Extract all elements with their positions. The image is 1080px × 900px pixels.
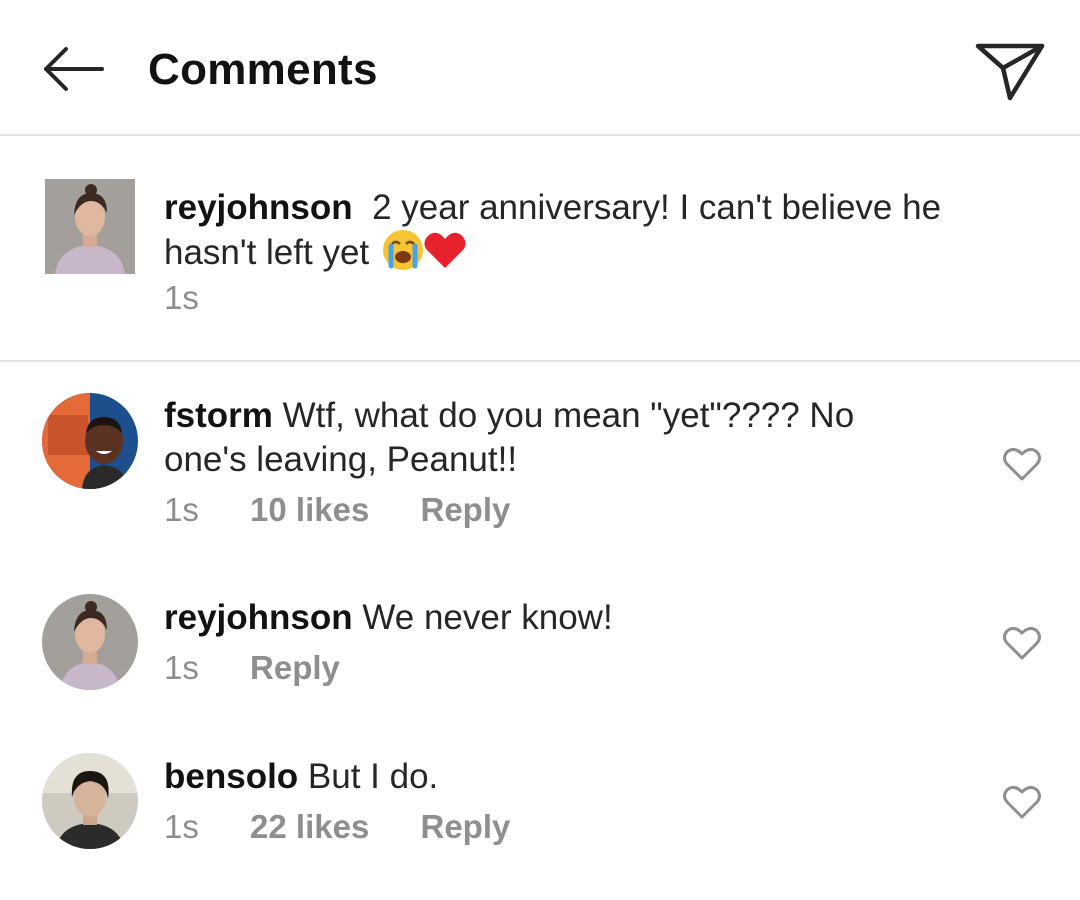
avatar[interactable] [42, 753, 138, 849]
comment-text: bensolo But I do. [164, 755, 904, 799]
reply-button[interactable]: Reply [250, 648, 340, 688]
caption-divider [0, 360, 1080, 362]
like-button[interactable] [1002, 625, 1042, 661]
avatar[interactable] [45, 179, 135, 274]
reply-button[interactable]: Reply [420, 807, 510, 847]
paper-plane-icon [975, 43, 1045, 101]
like-button[interactable] [1002, 446, 1042, 482]
comment-meta: 1s 10 likes Reply [164, 490, 510, 530]
timestamp: 1s [164, 808, 199, 845]
caption-meta: 1s [164, 278, 199, 318]
timestamp: 1s [164, 649, 199, 686]
comment-username[interactable]: reyjohnson [164, 598, 353, 637]
likes-count[interactable]: 22 likes [250, 807, 369, 847]
comment-body: We never know! [362, 598, 613, 637]
comments-header: Comments [0, 0, 1080, 134]
heart-icon [1003, 785, 1041, 819]
avatar[interactable] [42, 594, 138, 690]
header-divider [0, 134, 1080, 136]
comment-username[interactable]: fstorm [164, 396, 273, 435]
comment-body: But I do. [307, 757, 439, 796]
back-button[interactable] [40, 45, 110, 95]
timestamp: 1s [164, 279, 199, 316]
like-button[interactable] [1002, 784, 1042, 820]
reply-button[interactable]: Reply [420, 490, 510, 530]
likes-count[interactable]: 10 likes [250, 490, 369, 530]
caption-username[interactable]: reyjohnson [164, 188, 353, 227]
heart-icon [1003, 626, 1041, 660]
comment-meta: 1s 22 likes Reply [164, 807, 510, 847]
caption-text: reyjohnson 2 year anniversary! I can't b… [164, 186, 1004, 281]
arrow-left-icon [44, 47, 104, 91]
crying-face-emoji-icon [382, 230, 423, 270]
avatar[interactable] [42, 393, 138, 489]
comment-text: fstorm Wtf, what do you mean "yet"???? N… [164, 394, 904, 482]
comment-meta: 1s Reply [164, 648, 340, 688]
red-heart-emoji-icon [423, 230, 467, 281]
timestamp: 1s [164, 491, 199, 528]
comment-text: reyjohnson We never know! [164, 596, 904, 640]
direct-message-button[interactable] [972, 40, 1048, 104]
page-title: Comments [148, 45, 378, 94]
heart-icon [1003, 447, 1041, 481]
comment-username[interactable]: bensolo [164, 757, 298, 796]
